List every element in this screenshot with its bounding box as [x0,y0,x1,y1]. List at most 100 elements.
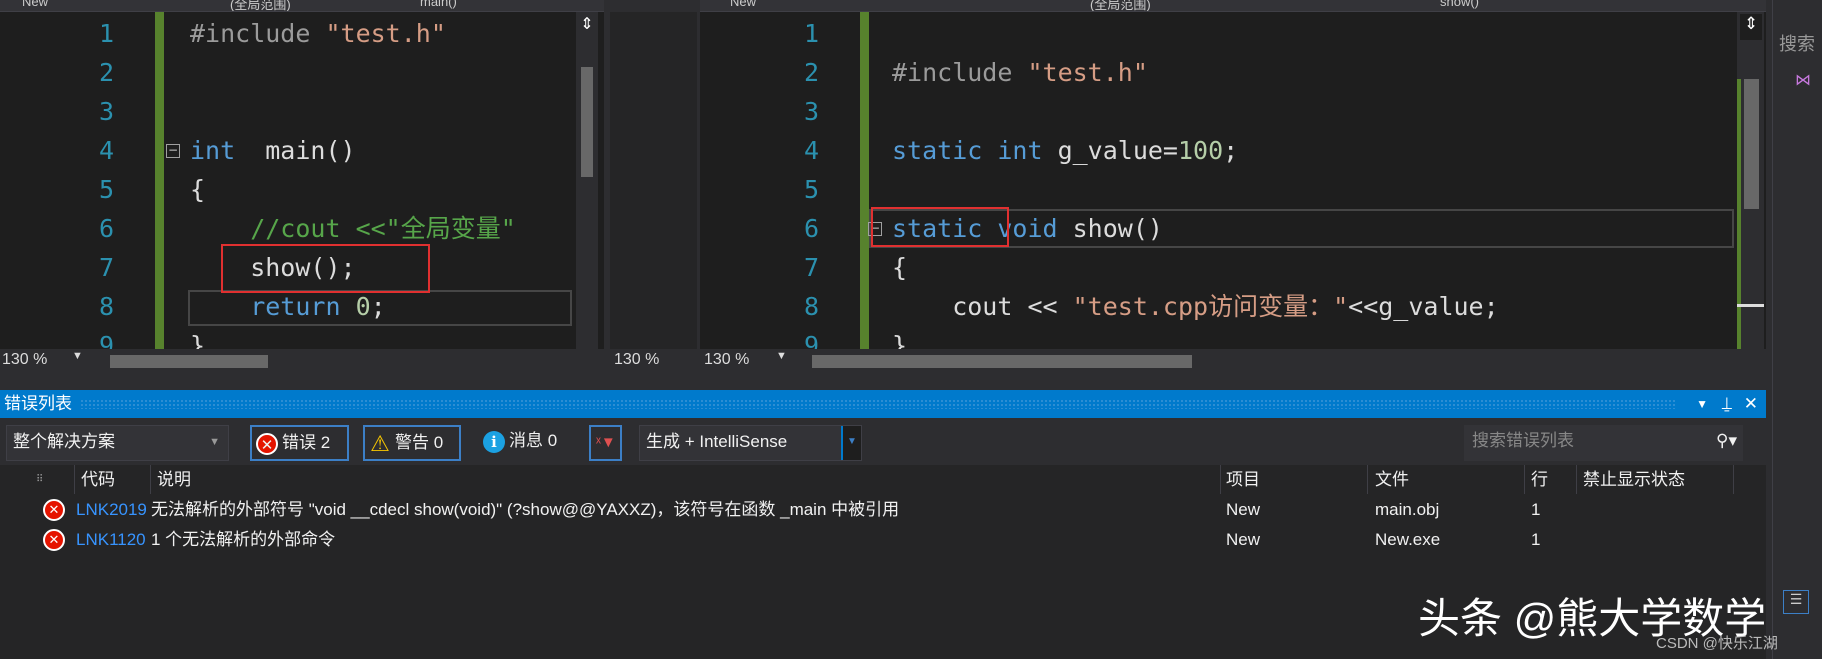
column-line[interactable]: 行 [1531,465,1548,494]
member-dropdown[interactable]: main() [420,0,457,9]
collapse-icon[interactable]: − [166,144,180,158]
zoom-dropdown-icon[interactable]: ▼ [776,350,787,362]
error-code[interactable]: LNK2019 [76,495,151,525]
horizontal-scroll-thumb[interactable] [812,355,1192,368]
line-number: 6 [803,214,819,243]
error-row[interactable]: ✕ LNK2019 无法解析的外部符号 "void __cdecl show(voi… [0,495,1766,525]
middle-zoom-bar: 130 % [610,349,697,374]
middle-editor-pane[interactable] [610,12,697,349]
code-token: g_value= [1057,136,1178,165]
code-line[interactable]: − int main() [166,131,516,170]
scope-dropdown[interactable]: (全局范围) [1090,0,1151,11]
code-line[interactable]: #include "test.h" [892,53,1499,92]
line-number: 2 [98,58,114,87]
pin-icon[interactable]: ⍊ [1722,390,1732,418]
code-token: "test.h" [325,19,446,48]
vs-icon[interactable]: ⋈ [1795,70,1811,90]
split-icon[interactable]: ⇕ [1740,14,1762,40]
code-line[interactable]: { [892,248,1499,287]
split-icon[interactable]: ⇕ [578,14,596,36]
search-error-list-input[interactable]: 搜索错误列表 ⚲▾ [1464,425,1743,461]
warning-icon: ⚠ [370,430,390,456]
change-indicator [155,12,164,349]
code-line[interactable] [892,92,1499,131]
column-code[interactable]: 代码 [81,465,115,494]
left-zoom-bar: 130 % ▼ [0,349,604,374]
scope-dropdown[interactable]: (全局范围) [230,0,291,11]
filter-icon[interactable]: ˣ▼ [589,425,622,461]
line-number: 4 [803,136,819,165]
line-number: 3 [98,97,114,126]
error-project: New [1226,530,1261,549]
right-code-editor[interactable]: 1 2 3 4 5 6 7 8 9 #include "test.h" static int g_… [700,12,1766,349]
error-code[interactable]: LNK1120 [76,525,151,555]
error-description: 1 个无法解析的外部命令 [151,530,336,549]
member-dropdown[interactable]: show() [1440,0,1479,9]
list-view-icon[interactable]: ☰ [1783,590,1809,614]
build-source-select[interactable]: 生成 + IntelliSense ▼ [639,425,862,461]
column-file[interactable]: 文件 [1375,465,1409,494]
code-token: static int [892,136,1058,165]
warnings-filter-button[interactable]: ⚠ 警告 0 [363,425,461,461]
chevron-down-icon: ▼ [209,436,220,448]
zoom-level[interactable]: 130 % [614,351,659,369]
code-line[interactable] [190,92,516,131]
code-text[interactable]: #include "test.h" static int g_value=100;… [868,14,1499,349]
code-line[interactable]: static int g_value=100; [892,131,1499,170]
scroll-thumb[interactable] [1744,79,1759,209]
line-number: 9 [98,331,114,349]
change-indicator [860,12,869,349]
errors-filter-button[interactable]: ✕ 错误 2 [250,425,349,461]
code-token: ; [370,292,386,321]
column-description[interactable]: 说明 [157,465,191,494]
error-row[interactable]: ✕ LNK1120 1 个无法解析的外部命令 New New.exe 1 [0,525,1766,555]
column-project[interactable]: 项目 [1226,465,1260,494]
zoom-dropdown-icon[interactable]: ▼ [72,350,83,362]
code-token: #include [892,58,1028,87]
scope-value: 整个解决方案 [13,432,115,451]
code-line[interactable]: } [190,326,516,349]
code-line[interactable]: } [892,326,1499,349]
vertical-scrollbar[interactable]: ⇕ [1737,12,1764,349]
right-zoom-bar: 130 % ▼ [700,349,1766,374]
code-line[interactable] [892,170,1499,209]
project-dropdown[interactable]: New [730,0,756,9]
source-value: 生成 + IntelliSense [646,432,788,451]
scroll-thumb[interactable] [581,67,593,177]
zoom-level[interactable]: 130 % [704,351,749,369]
code-token: ; [1223,136,1239,165]
code-line[interactable]: //cout <<"全局变量" [190,209,516,248]
column-suppression-state[interactable]: 禁止显示状态 [1583,465,1685,494]
close-icon[interactable]: ✕ [1744,390,1758,418]
code-token: //cout <<"全局变量" [190,214,516,243]
line-number: 1 [803,19,819,48]
project-dropdown[interactable]: New [22,0,48,9]
code-line[interactable] [892,14,1499,53]
code-line[interactable]: cout << "test.cpp访问变量："<<g_value; [892,287,1498,326]
line-number: 4 [98,136,114,165]
messages-filter-button[interactable]: i 消息 0 [479,425,569,461]
column-chooser-icon[interactable]: ⠿ [36,465,43,494]
code-line[interactable]: #include "test.h" [190,14,516,53]
code-token: cout << [892,292,1073,321]
messages-label: 消息 0 [509,431,558,450]
code-line[interactable]: { [190,170,516,209]
horizontal-scroll-thumb[interactable] [110,355,268,368]
search-icon[interactable]: ⚲▾ [1716,425,1737,457]
error-description: 无法解析的外部符号 "void __cdecl show(void)" (?sh… [151,500,900,519]
line-number: 8 [803,292,819,321]
code-text[interactable]: #include "test.h" − int main() { //cout <<"… [166,14,516,349]
side-search[interactable]: 搜索 [1779,30,1815,56]
change-map [1737,79,1741,349]
scope-select[interactable]: 整个解决方案 ▼ [6,425,229,461]
vertical-scrollbar[interactable]: ⇕ [576,12,598,349]
line-number: 7 [98,253,114,282]
left-code-editor[interactable]: 1 2 3 4 5 6 7 8 9 #include "test.h" − int main() { … [0,12,604,349]
zoom-level[interactable]: 130 % [2,351,47,369]
code-line[interactable] [190,53,516,92]
code-token: #include [190,19,326,48]
window-menu-icon[interactable]: ▼ [1696,390,1708,418]
code-token: 0 [355,292,371,321]
line-number: 1 [98,19,114,48]
code-token: { [190,175,206,204]
